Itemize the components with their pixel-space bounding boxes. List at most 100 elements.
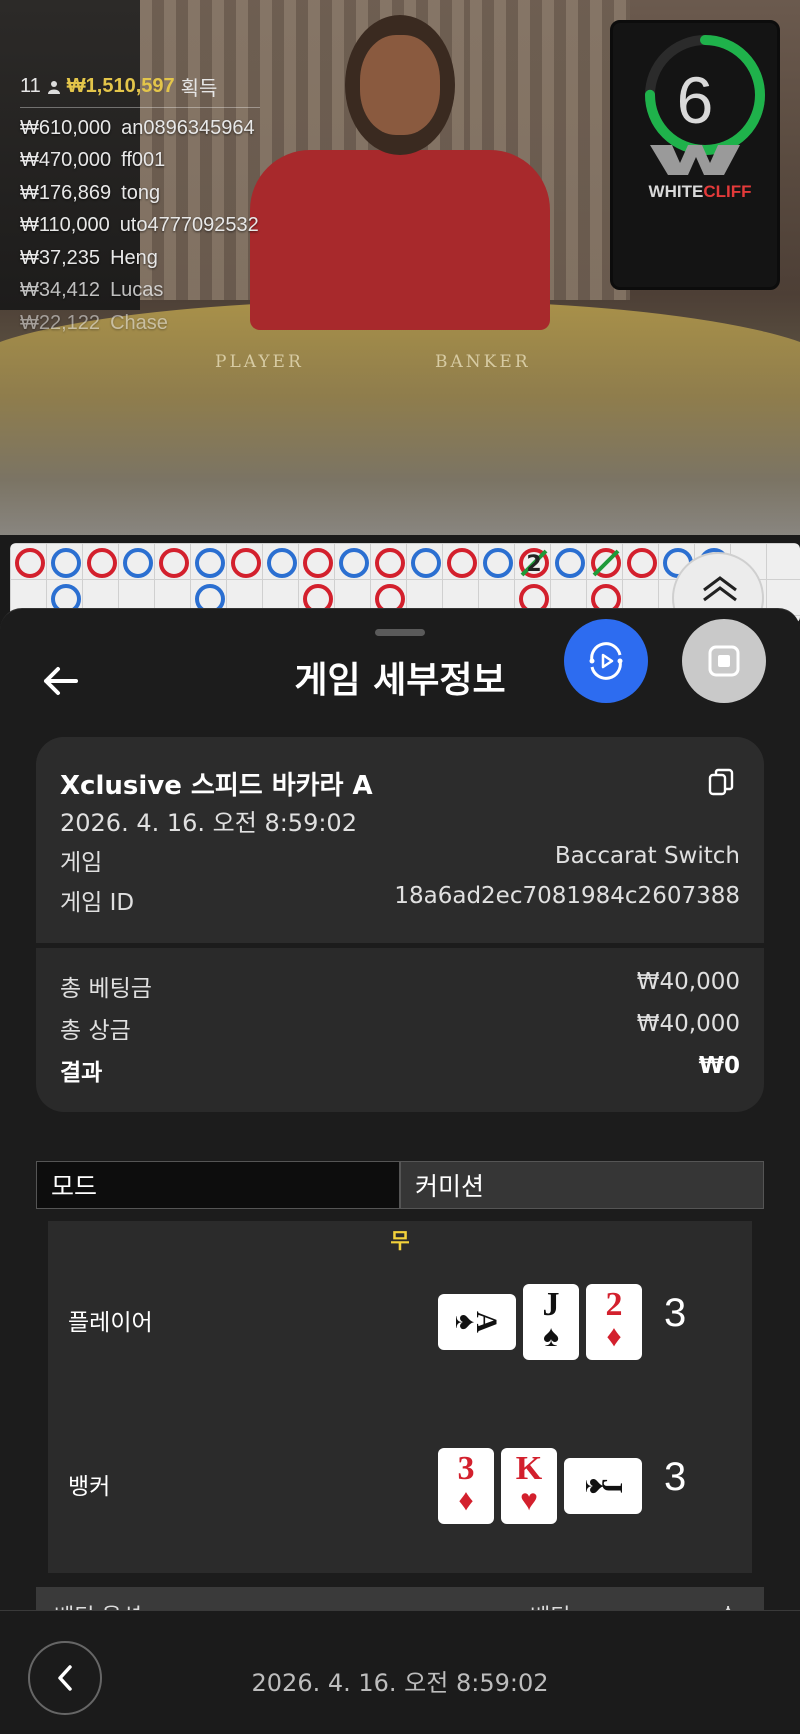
road-bead bbox=[447, 548, 477, 578]
road-bead bbox=[159, 548, 189, 578]
result-value: ₩0 bbox=[698, 1053, 740, 1079]
leaderboard-amount: ₩34,412 bbox=[20, 279, 101, 302]
banker-score: 3 bbox=[664, 1455, 687, 1499]
outcome-label: 무 bbox=[390, 1229, 410, 1253]
leaderboard-user: an0896345964 bbox=[121, 116, 255, 139]
leaderboard-row: ₩176,869 tong bbox=[20, 177, 260, 210]
footer-datetime: 2026. 4. 16. 오전 8:59:02 bbox=[251, 1669, 549, 1697]
leaderboard-row: ₩610,000 an0896345964 bbox=[20, 112, 260, 145]
road-bead bbox=[627, 548, 657, 578]
chevron-up-double-icon bbox=[703, 576, 737, 602]
road-bead bbox=[195, 548, 225, 578]
playing-card: 3 ♦ bbox=[438, 1448, 494, 1524]
tab-mode[interactable]: 모드 bbox=[36, 1161, 400, 1209]
leaderboard-user: Chase bbox=[110, 311, 168, 334]
whitecliff-logo: WHITECLIFF bbox=[648, 182, 752, 201]
leaderboard-amount: ₩176,869 bbox=[20, 181, 112, 204]
tab-commission[interactable]: 커미션 bbox=[400, 1161, 764, 1209]
stop-button[interactable] bbox=[682, 619, 766, 703]
mode-tabs: 모드 커미션 bbox=[36, 1161, 764, 1209]
game-details-sheet: 게임 세부정보 Xclusive 스피드 바카라 A 2026. 4. 16. … bbox=[0, 608, 800, 1734]
playing-card: K ♥ bbox=[501, 1448, 557, 1524]
game-id-value[interactable]: 18a6ad2ec7081984c2607388 bbox=[394, 883, 740, 917]
game-datetime: 2026. 4. 16. 오전 8:59:02 bbox=[60, 809, 357, 837]
leaderboard-user: Heng bbox=[110, 246, 158, 269]
result-row: 결과 ₩0 bbox=[60, 1053, 740, 1087]
leaderboard-row: ₩22,122 Chase bbox=[20, 307, 260, 340]
road-bead bbox=[267, 548, 297, 578]
card-suit-icon: ♦ bbox=[458, 1484, 474, 1517]
road-bead bbox=[375, 548, 405, 578]
road-bead bbox=[303, 548, 333, 578]
hands-panel: 무 플레이어 ♠ A J ♠ 2 ♦ 3 뱅커 3 ♦ K ♥ ♠ J 3 bbox=[48, 1221, 752, 1573]
leaderboard-amount: ₩110,000 bbox=[20, 214, 110, 237]
road-bead bbox=[483, 548, 513, 578]
leaderboard-header: 11 ₩1,510,597 획득 bbox=[20, 72, 260, 108]
card-rank: J bbox=[595, 1478, 629, 1494]
total-bet-value: ₩40,000 bbox=[636, 969, 740, 995]
leaderboard-amount: ₩610,000 bbox=[20, 116, 112, 139]
leaderboard-user: tong bbox=[121, 181, 161, 204]
previous-round-button[interactable] bbox=[28, 1641, 102, 1715]
total-winnings: ₩1,510,597 bbox=[66, 75, 175, 97]
countdown-seconds: 6 bbox=[676, 63, 714, 137]
page-title: 게임 세부정보 bbox=[294, 660, 506, 701]
game-type-row: 게임 Baccarat Switch bbox=[60, 843, 740, 877]
leaderboard-row: ₩110,000 uto4777092532 bbox=[20, 210, 260, 243]
leaderboard-row: ₩37,235 Heng bbox=[20, 242, 260, 275]
leaderboard-row: ₩34,412 Lucas bbox=[20, 275, 260, 308]
total-bet-row: 총 베팅금 ₩40,000 bbox=[60, 969, 740, 1003]
card-rank: J bbox=[542, 1286, 560, 1323]
road-bead bbox=[87, 548, 117, 578]
card-suit-icon: ♥ bbox=[520, 1484, 538, 1517]
copy-icon[interactable] bbox=[706, 767, 736, 797]
arrow-left-icon bbox=[44, 667, 78, 695]
playing-card: ♠ A bbox=[438, 1294, 516, 1350]
card-rank: K bbox=[515, 1450, 543, 1487]
replay-button[interactable] bbox=[564, 619, 648, 703]
total-payout-label: 총 상금 bbox=[60, 1018, 131, 1044]
total-payout-row: 총 상금 ₩40,000 bbox=[60, 1011, 740, 1045]
road-bead bbox=[231, 548, 261, 578]
playing-card: J ♠ bbox=[523, 1284, 579, 1360]
back-button[interactable] bbox=[38, 659, 82, 703]
leaderboard-row: ₩470,000 ff001 bbox=[20, 145, 260, 178]
stop-icon bbox=[708, 645, 740, 677]
road-bead bbox=[411, 548, 441, 578]
replay-icon bbox=[589, 642, 623, 680]
chevron-left-icon bbox=[58, 1665, 72, 1691]
player-score: 3 bbox=[664, 1291, 687, 1335]
road-tie-count: 2 bbox=[526, 552, 541, 577]
road-bead bbox=[339, 548, 369, 578]
dealer-face bbox=[360, 35, 440, 135]
sheet-drag-handle[interactable] bbox=[375, 629, 425, 636]
card-rank: A bbox=[469, 1311, 503, 1333]
footer-bar: 2026. 4. 16. 오전 8:59:02 bbox=[0, 1610, 800, 1734]
total-payout-value: ₩40,000 bbox=[636, 1011, 740, 1037]
total-winnings-suffix: 획득 bbox=[180, 78, 218, 100]
live-video: PLAYER BANKER 6 WHITECLIFF 11 ₩1,510,597… bbox=[0, 0, 800, 535]
playing-card: 2 ♦ bbox=[586, 1284, 642, 1360]
game-id-label: 게임 ID bbox=[60, 890, 135, 916]
table-label-player: PLAYER bbox=[215, 352, 304, 372]
leaderboard-amount: ₩470,000 bbox=[20, 149, 112, 172]
card-rank: 2 bbox=[605, 1286, 623, 1323]
game-id-row: 게임 ID 18a6ad2ec7081984c2607388 bbox=[60, 883, 740, 917]
table-label-banker: BANKER bbox=[435, 352, 531, 372]
result-label: 결과 bbox=[60, 1060, 103, 1086]
game-type-value: Baccarat Switch bbox=[554, 843, 740, 869]
card-suit-icon: ♠ bbox=[543, 1320, 559, 1353]
banker-label: 뱅커 bbox=[68, 1474, 111, 1500]
game-summary-card: Xclusive 스피드 바카라 A 2026. 4. 16. 오전 8:59:… bbox=[36, 737, 764, 1112]
road-bead bbox=[555, 548, 585, 578]
whitecliff-logo-mark-icon bbox=[650, 145, 740, 175]
leaderboard-amount: ₩37,235 bbox=[20, 246, 101, 269]
winners-leaderboard: 11 ₩1,510,597 획득 ₩610,000 an0896345964 ₩47… bbox=[20, 72, 260, 340]
section-divider bbox=[36, 943, 764, 948]
leaderboard-amount: ₩22,122 bbox=[20, 311, 101, 334]
total-bet-label: 총 베팅금 bbox=[60, 976, 152, 1002]
road-bead bbox=[123, 548, 153, 578]
road-bead bbox=[15, 548, 45, 578]
leaderboard-user: ff001 bbox=[121, 149, 166, 172]
leaderboard-user: uto4777092532 bbox=[119, 214, 259, 237]
